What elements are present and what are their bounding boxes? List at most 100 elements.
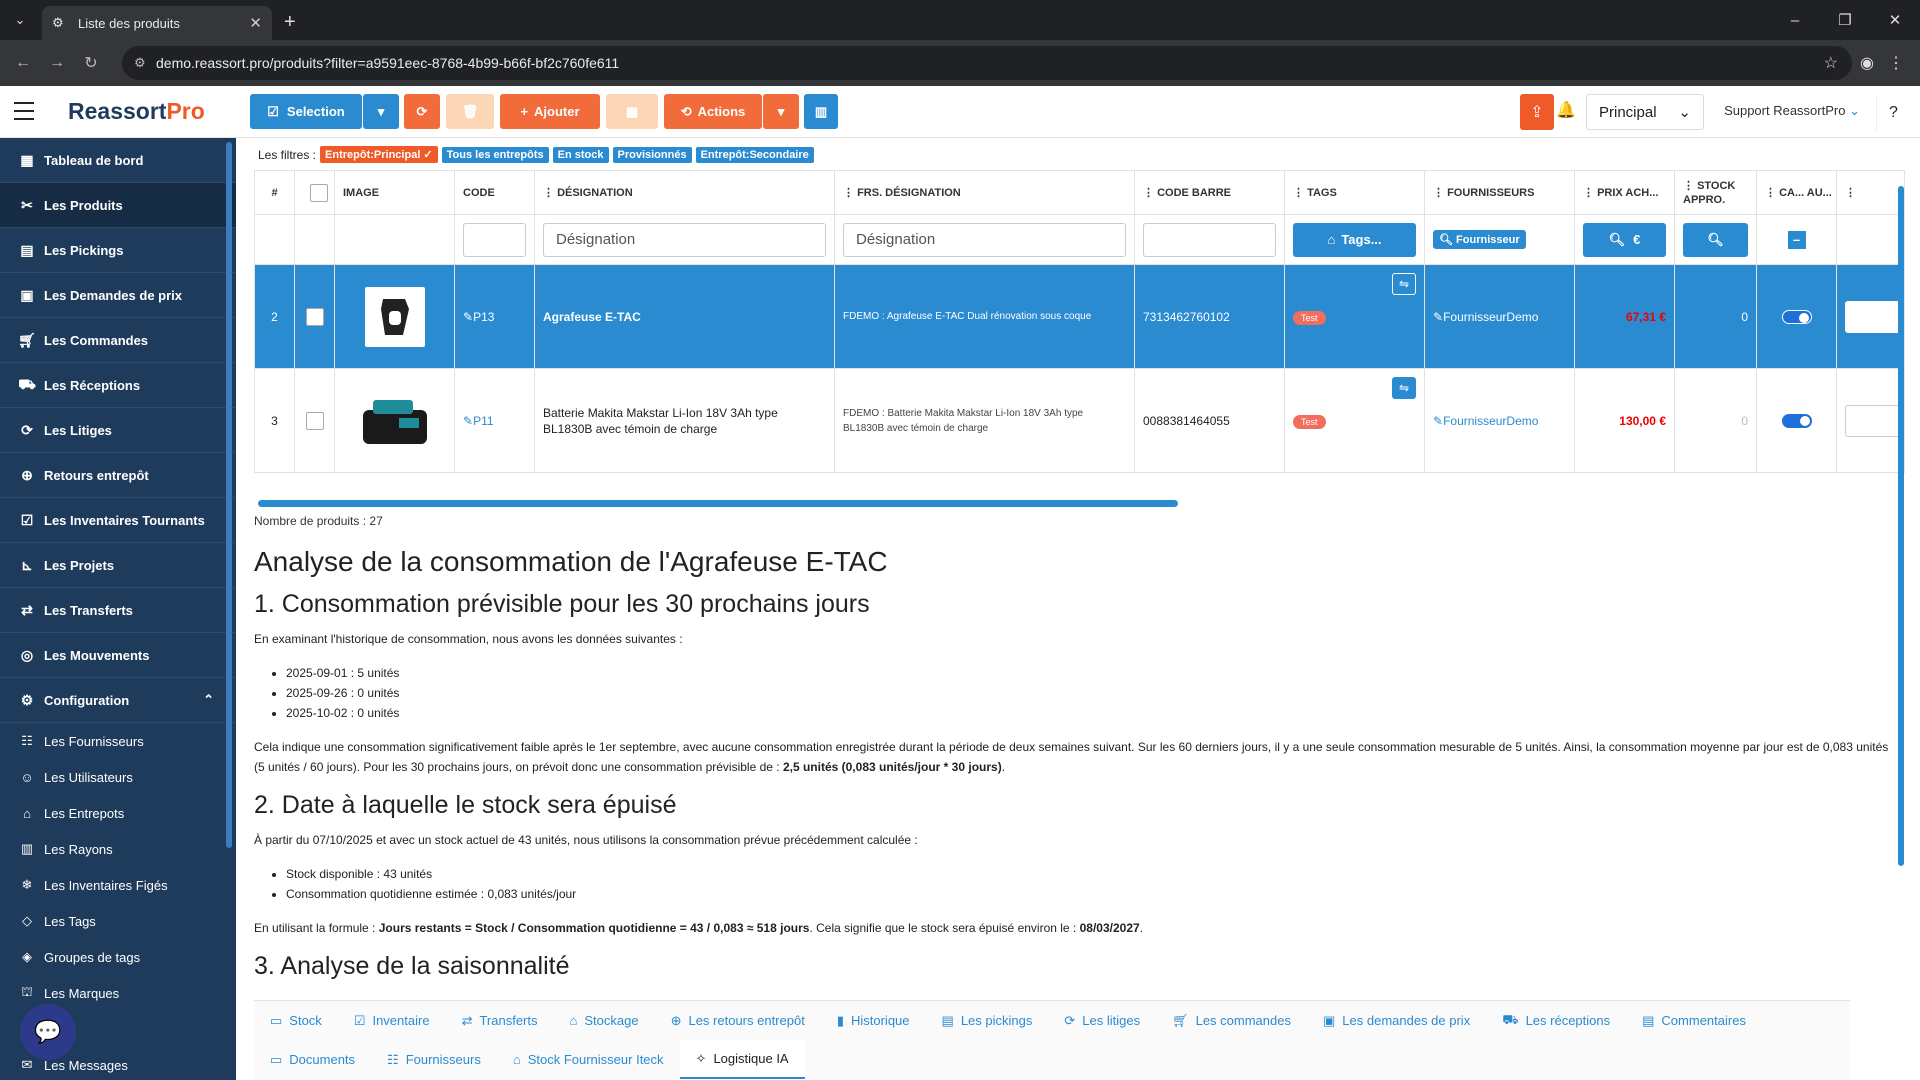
col-header-code[interactable]: CODE [454,170,535,215]
sidebar-subitem-les-utilisateurs[interactable]: ☺ Les Utilisateurs [0,759,236,795]
tab-stock-fournisseur-iteck[interactable]: ⌂ Stock Fournisseur Iteck [497,1040,680,1079]
table-row[interactable]: 2 ✎P13 Agrafeuse E-TAC FDEMO : Agrafeuse… [254,264,1905,369]
chat-bubble-button[interactable]: 💬 [20,1004,76,1060]
tab-les-r-ceptions[interactable]: ⛟ Les réceptions [1486,1001,1626,1040]
tab-les-retours-entrep-t[interactable]: ⊕ Les retours entrepôt [655,1001,821,1040]
tag-edit-icon[interactable]: ⇋ [1392,377,1416,399]
url-field[interactable]: ⚙ demo.reassort.pro/produits?filter=a959… [122,46,1852,80]
tab-search-icon[interactable]: ⌄ [0,0,40,40]
select-all-checkbox[interactable] [309,183,328,202]
tab-les-pickings[interactable]: ▤ Les pickings [926,1001,1049,1040]
sidebar-subitem-groupes-de-tags[interactable]: ◈ Groupes de tags [0,939,236,975]
actions-dropdown-button[interactable]: ▾ [763,94,799,129]
sidebar-item-les-commandes[interactable]: 🛒︎ Les Commandes [0,318,236,363]
filter-chip[interactable]: Entrepôt:Secondaire [695,146,814,163]
sidebar-item-les-transferts[interactable]: ⇄ Les Transferts [0,588,236,633]
sidebar-subitem-les-entrepots[interactable]: ⌂ Les Entrepots [0,795,236,831]
sidebar-item-les-projets[interactable]: ⊾ Les Projets [0,543,236,588]
tab-les-demandes-de-prix[interactable]: ▣ Les demandes de prix [1307,1001,1486,1040]
profile-icon[interactable]: ◉ [1860,53,1874,73]
tab-documents[interactable]: ▭ Documents [254,1040,371,1079]
sidebar-subitem-les-rayons[interactable]: ▥ Les Rayons [0,831,236,867]
col-header-stock[interactable]: ⋮ STOCK APPRO. [1674,170,1757,215]
sidebar-item-les-demandes-de-prix[interactable]: ▣ Les Demandes de prix [0,273,236,318]
tab-les-litiges[interactable]: ⟳ Les litiges [1048,1001,1156,1040]
row-toggle[interactable] [1781,413,1812,428]
tab-logistique-ia[interactable]: ✧ Logistique IA [679,1040,805,1079]
frs-designation-filter-input[interactable]: Désignation [843,222,1126,257]
col-header-price[interactable]: ⋮ PRIX ACH... [1574,170,1675,215]
filter-chip[interactable]: En stock [552,146,609,163]
row-extra-input[interactable] [1845,404,1904,437]
sidebar-item-les-pickings[interactable]: ▤ Les Pickings [0,228,236,273]
stock-filter-button[interactable]: 🔍︎ [1683,222,1748,257]
main-vertical-scrollbar[interactable] [1898,186,1904,866]
help-icon[interactable]: ? [1876,96,1910,130]
tab-transferts[interactable]: ⇄ Transferts [446,1001,554,1040]
restore-icon[interactable]: ❐ [1820,0,1870,40]
sidebar-item-les-r-ceptions[interactable]: ⛟ Les Réceptions [0,363,236,408]
selection-dropdown-button[interactable]: ▾ [363,94,399,129]
tab-fournisseurs[interactable]: ☷ Fournisseurs [371,1040,497,1079]
minimize-icon[interactable]: – [1770,0,1820,40]
forward-icon[interactable]: → [40,54,74,72]
filter-chip[interactable]: Tous les entrepôts [441,146,549,163]
close-window-icon[interactable]: ✕ [1870,0,1920,40]
sidebar-item-les-litiges[interactable]: ⟳ Les Litiges [0,408,236,453]
supplier-filter-button[interactable]: 🔍︎ Fournisseur [1433,230,1526,249]
sidebar-group-configuration[interactable]: ⚙ Configuration ⌃ [0,678,236,723]
bell-icon[interactable]: 🔔 [1556,100,1576,120]
col-header-suppliers[interactable]: ⋮ FOURNISSEURS [1424,170,1575,215]
tags-filter-button[interactable]: ⌂ Tags... [1293,222,1416,257]
sidebar-scrollbar[interactable] [226,142,232,848]
sidebar-item-retours-entrep-t[interactable]: ⊕ Retours entrepôt [0,453,236,498]
support-menu[interactable]: Support ReassortPro ⌄ [1724,103,1860,119]
code-filter-input[interactable] [463,222,526,257]
sidebar-item-les-produits[interactable]: ✂ Les Produits [0,183,236,228]
sidebar-subitem-les-fournisseurs[interactable]: ☷ Les Fournisseurs [0,723,236,759]
logo[interactable]: ReassortPro [68,98,205,125]
row-supplier[interactable]: ✎FournisseurDemo [1424,264,1575,369]
close-tab-icon[interactable]: ✕ [249,14,262,32]
filter-chip[interactable]: Provisionnés [612,146,692,163]
row-designation[interactable]: Agrafeuse E-TAC [534,264,835,369]
tab-stockage[interactable]: ⌂ Stockage [554,1001,655,1040]
delete-button[interactable]: 🗑 [446,94,494,129]
hamburger-menu-icon[interactable] [14,102,34,120]
filter-chip-active[interactable]: Entrepôt:Principal ✓ [320,146,438,163]
product-image-battery[interactable] [354,380,435,461]
ajouter-button[interactable]: + Ajouter [500,94,600,129]
sidebar-item-les-mouvements[interactable]: ◎ Les Mouvements [0,633,236,678]
col-header-frs-designation[interactable]: ⋮ FRS. DÉSIGNATION [834,170,1135,215]
row-toggle[interactable] [1781,309,1812,324]
col-header-designation[interactable]: ⋮ DÉSIGNATION [534,170,835,215]
col-header-barcode[interactable]: ⋮ CODE BARRE [1134,170,1285,215]
designation-filter-input[interactable]: Désignation [543,222,826,257]
table-horizontal-scrollbar[interactable] [258,500,1178,507]
row-extra-input[interactable] [1845,300,1904,333]
row-code[interactable]: ✎P11 [454,368,535,473]
more-menu-icon[interactable]: ⋮ [1888,53,1904,73]
refresh-button[interactable]: ⟳ [404,94,440,129]
bookmark-star-icon[interactable]: ☆ [1824,53,1838,73]
new-tab-icon[interactable]: + [284,11,296,34]
export-button[interactable]: ⇪ [1520,94,1554,130]
browser-tab[interactable]: ⚙ Liste des produits ✕ [42,6,272,40]
excel-button[interactable]: ▦ [606,94,658,129]
barcode-filter-input[interactable] [1143,222,1276,257]
row-checkbox[interactable] [305,411,324,430]
price-filter-button[interactable]: 🔍︎ € [1583,222,1666,257]
tab-inventaire[interactable]: ☑ Inventaire [338,1001,446,1040]
reload-icon[interactable]: ↻ [74,53,108,73]
sidebar-item-tableau-de-bord[interactable]: ▦ Tableau de bord [0,138,236,183]
tab-commentaires[interactable]: ▤ Commentaires [1626,1001,1762,1040]
col-header-select[interactable] [294,170,335,215]
sidebar-subitem-les-inventaires-fig-s[interactable]: ❄ Les Inventaires Figés [0,867,236,903]
sidebar-subitem-les-tags[interactable]: ◇ Les Tags [0,903,236,939]
row-code[interactable]: ✎P13 [454,264,535,369]
actions-button[interactable]: ⟲ Actions [664,94,762,129]
row-supplier[interactable]: ✎FournisseurDemo [1424,368,1575,473]
table-row[interactable]: 3 ✎P11 Batterie Makita Makstar Li-Ion 18… [254,368,1905,473]
tab-historique[interactable]: ▮ Historique [821,1001,926,1040]
tag-edit-icon[interactable]: ⇋ [1392,273,1416,295]
